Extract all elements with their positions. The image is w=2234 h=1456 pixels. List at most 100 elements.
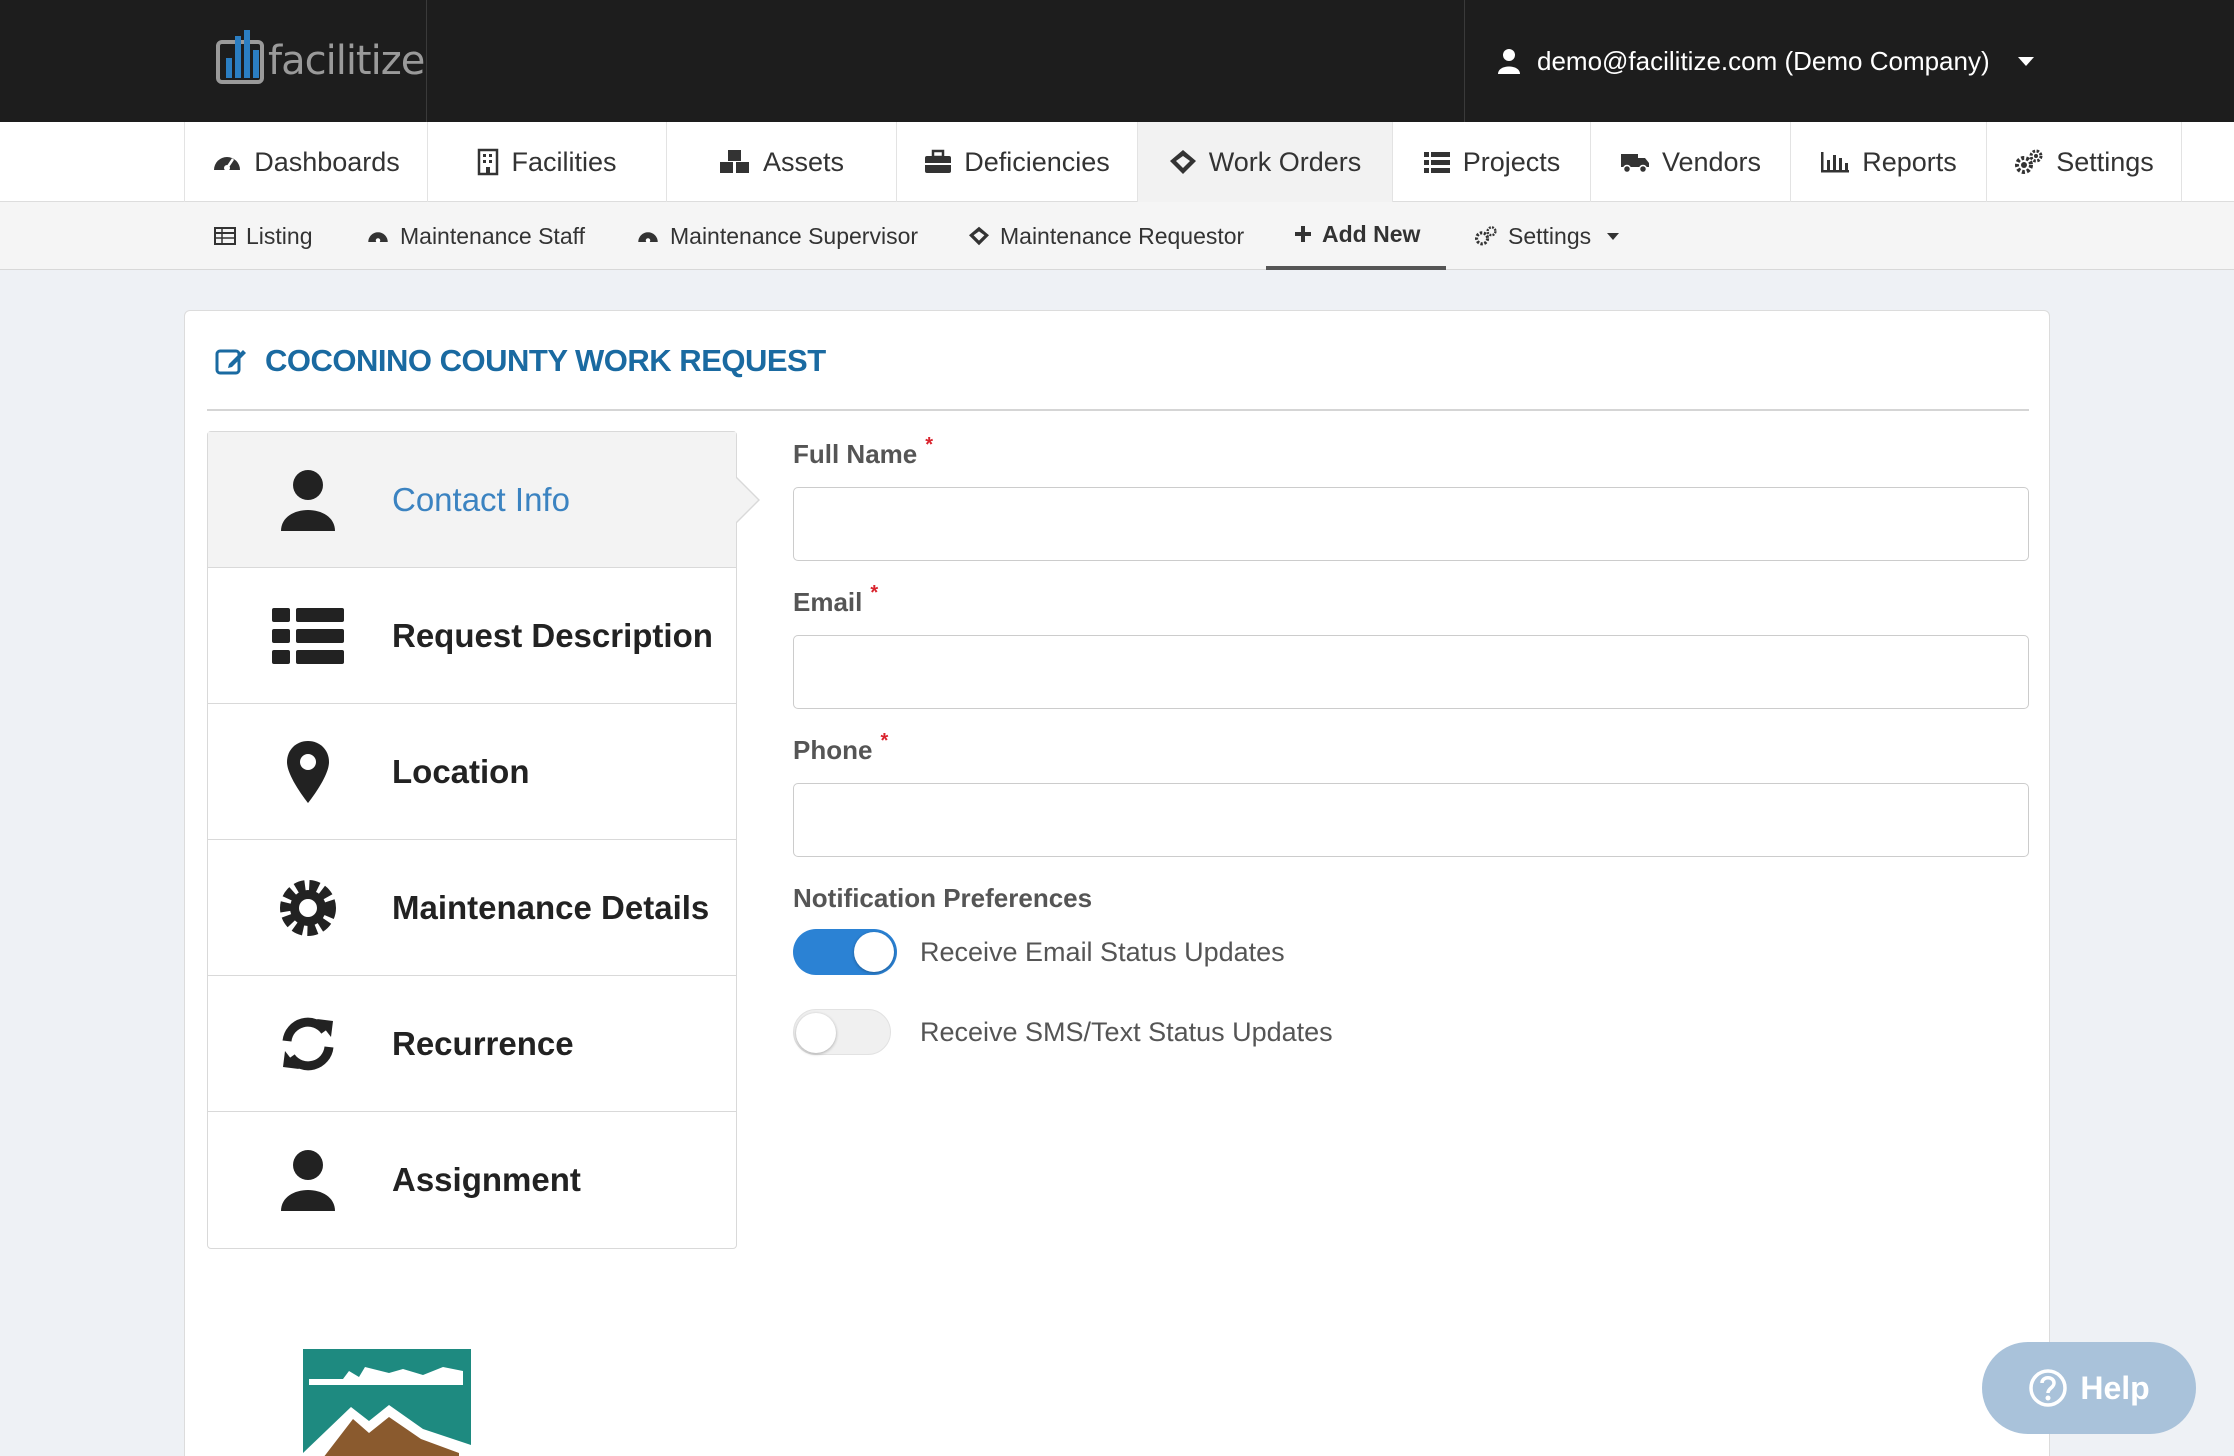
county-logo: [303, 1349, 471, 1456]
step-assignment[interactable]: Assignment: [208, 1112, 736, 1248]
question-icon: [2029, 1369, 2068, 1407]
sub-nav: Listing Maintenance Staff Maintenance Su…: [0, 202, 2234, 270]
nav-facilities-label: Facilities: [511, 146, 617, 177]
nav-vendors-label: Vendors: [1661, 146, 1762, 177]
help-label: Help: [2080, 1369, 2150, 1406]
bar-chart-icon: [1821, 152, 1850, 173]
nav-reports[interactable]: Reports: [1791, 122, 1987, 202]
email-updates-toggle[interactable]: [793, 929, 897, 975]
nav-assets[interactable]: Assets: [667, 122, 897, 202]
user-icon: [258, 469, 358, 531]
building-icon: [478, 148, 499, 176]
dashboard-icon: [368, 232, 388, 243]
divider: [207, 409, 2029, 411]
subnav-listing[interactable]: Listing: [214, 202, 312, 270]
nav-settings-label: Settings: [2056, 146, 2154, 177]
subnav-maintenance-requestor[interactable]: Maintenance Requestor: [968, 202, 1244, 270]
chevron-down-icon: [2017, 56, 2034, 66]
sms-updates-label: Receive SMS/Text Status Updates: [920, 1017, 1333, 1047]
subnav-settings[interactable]: Settings: [1474, 202, 1620, 270]
subnav-settings-label: Settings: [1508, 222, 1592, 249]
refresh-icon: [258, 1013, 358, 1075]
ticket-icon: [969, 226, 989, 246]
step-location[interactable]: Location: [208, 704, 736, 840]
dashboard-icon: [638, 232, 658, 243]
user-icon: [1498, 49, 1520, 74]
brand-logo[interactable]: facilitize: [0, 0, 427, 122]
nav-dashboards-label: Dashboards: [254, 146, 400, 177]
card-title-text: COCONINO COUNTY WORK REQUEST: [265, 343, 826, 378]
subnav-add-new-label: Add New: [1322, 220, 1421, 247]
subnav-maintenance-supervisor-label: Maintenance Supervisor: [670, 222, 919, 249]
step-contact-info[interactable]: Contact Info: [208, 432, 760, 568]
logo-mark-icon: [216, 30, 264, 84]
work-request-card: COCONINO COUNTY WORK REQUEST Contact Inf…: [184, 310, 2050, 1456]
step-maintenance-details-label: Maintenance Details: [392, 888, 710, 926]
step-request-description[interactable]: Request Description: [208, 568, 736, 704]
step-assignment-label: Assignment: [392, 1161, 581, 1198]
nav-deficiencies[interactable]: Deficiencies: [897, 122, 1138, 202]
required-mark: *: [925, 434, 934, 456]
list-icon: [258, 607, 358, 664]
subnav-add-new[interactable]: Add New: [1266, 202, 1447, 270]
subnav-maintenance-staff-label: Maintenance Staff: [400, 222, 585, 249]
email-label: Email *: [793, 582, 879, 617]
nav-projects-label: Projects: [1462, 146, 1561, 177]
chevron-down-icon: [1607, 232, 1620, 240]
full-name-field[interactable]: [793, 487, 2029, 561]
top-bar: facilitize demo@facilitize.com (Demo Com…: [0, 0, 2234, 122]
nav-projects[interactable]: Projects: [1393, 122, 1591, 202]
nav-deficiencies-label: Deficiencies: [964, 146, 1110, 177]
briefcase-icon: [925, 149, 952, 173]
subnav-listing-label: Listing: [246, 222, 313, 249]
card-title: COCONINO COUNTY WORK REQUEST: [215, 343, 826, 379]
subnav-maintenance-staff[interactable]: Maintenance Staff: [366, 202, 585, 270]
phone-label: Phone *: [793, 730, 889, 765]
notification-preferences-title: Notification Preferences: [793, 883, 1093, 913]
subnav-maintenance-supervisor[interactable]: Maintenance Supervisor: [636, 202, 918, 270]
subnav-maintenance-requestor-label: Maintenance Requestor: [1000, 222, 1245, 249]
step-maintenance-details[interactable]: Maintenance Details: [208, 840, 736, 976]
step-recurrence-label: Recurrence: [392, 1024, 574, 1062]
gear-icon: [258, 877, 358, 939]
step-list: Contact Info Request Description Locatio…: [207, 431, 760, 1249]
required-mark: *: [870, 582, 879, 604]
dashboard-icon: [214, 157, 241, 171]
truck-icon: [1620, 154, 1649, 174]
ticket-icon: [1169, 150, 1196, 174]
nav-assets-label: Assets: [762, 146, 845, 177]
map-marker-icon: [258, 740, 358, 803]
main-nav: Dashboards Facilities Assets Deficiencie…: [0, 122, 2234, 202]
plus-icon: [1295, 226, 1311, 242]
nav-reports-label: Reports: [1862, 146, 1957, 177]
gears-icon: [2015, 149, 2043, 174]
user-label: demo@facilitize.com (Demo Company): [1537, 45, 1990, 76]
table-icon: [214, 227, 236, 245]
help-button[interactable]: Help: [1982, 1342, 2196, 1434]
nav-work-orders-label: Work Orders: [1208, 146, 1362, 177]
nav-facilities[interactable]: Facilities: [428, 122, 667, 202]
user-menu[interactable]: demo@facilitize.com (Demo Company): [1464, 0, 2234, 122]
sms-updates-toggle[interactable]: [793, 1009, 891, 1055]
step-recurrence[interactable]: Recurrence: [208, 976, 736, 1112]
step-request-description-label: Request Description: [392, 616, 713, 654]
nav-vendors[interactable]: Vendors: [1591, 122, 1791, 202]
edit-icon: [215, 349, 246, 375]
toggle-knob: [796, 1013, 836, 1053]
email-field[interactable]: [793, 635, 2029, 709]
toggle-knob: [854, 932, 894, 972]
cubes-icon: [719, 150, 749, 173]
step-contact-info-label: Contact Info: [392, 480, 570, 518]
phone-field[interactable]: [793, 783, 2029, 857]
user-icon: [258, 1149, 358, 1211]
nav-settings[interactable]: Settings: [1987, 122, 2182, 202]
nav-dashboards[interactable]: Dashboards: [185, 122, 428, 202]
required-mark: *: [880, 730, 889, 752]
gears-icon: [1475, 226, 1497, 246]
list-icon: [1423, 152, 1450, 173]
full-name-label: Full Name *: [793, 434, 934, 469]
nav-work-orders[interactable]: Work Orders: [1138, 122, 1393, 202]
step-location-label: Location: [392, 752, 530, 790]
brand-name: facilitize: [268, 38, 425, 84]
email-updates-label: Receive Email Status Updates: [920, 937, 1285, 967]
